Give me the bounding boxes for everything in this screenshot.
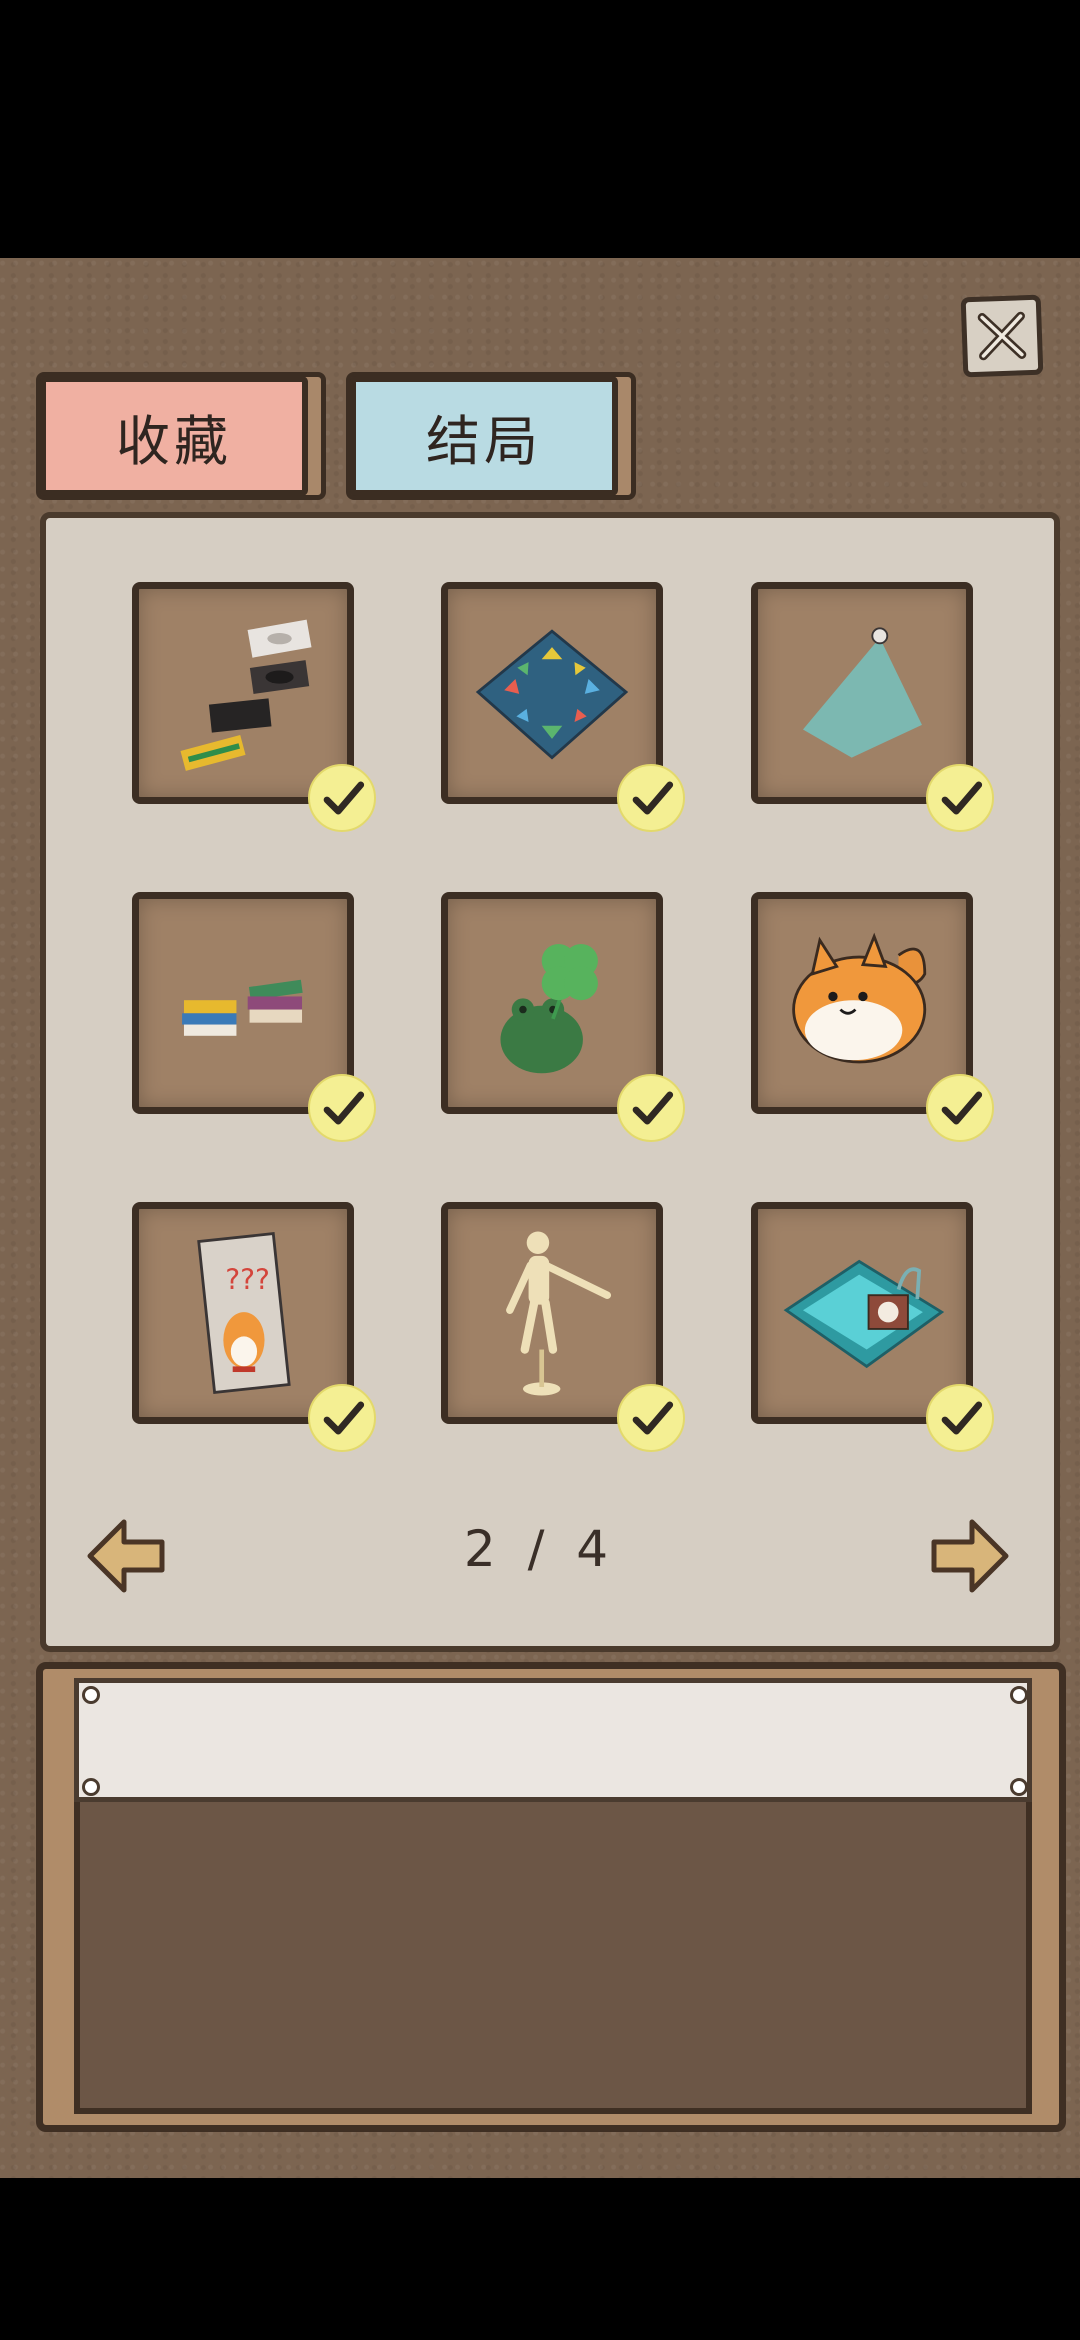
nail <box>82 1778 100 1796</box>
collected-check-icon <box>308 1384 376 1452</box>
page-indicator: 2 / 4 <box>463 1520 617 1578</box>
nail <box>1010 1686 1028 1704</box>
collected-check-icon <box>926 764 994 832</box>
arrow-left-icon <box>87 1519 165 1593</box>
next-page-button[interactable] <box>924 1508 1020 1604</box>
nail <box>82 1686 100 1704</box>
tab-ending[interactable]: 结局 <box>350 376 618 496</box>
nail <box>1010 1778 1028 1796</box>
collected-check-icon <box>926 1384 994 1452</box>
item-title-strip <box>74 1678 1032 1802</box>
collected-check-icon <box>308 1074 376 1142</box>
collected-check-icon <box>308 764 376 832</box>
collected-check-icon <box>617 1384 685 1452</box>
arrow-right-icon <box>931 1519 1009 1593</box>
poster-question-marks: ??? <box>225 1264 270 1297</box>
item-description <box>110 1820 990 2080</box>
collected-check-icon <box>617 764 685 832</box>
prev-page-button[interactable] <box>76 1508 172 1604</box>
collected-check-icon <box>617 1074 685 1142</box>
close-button[interactable] <box>960 294 1044 378</box>
close-icon <box>977 311 1027 361</box>
collected-check-icon <box>926 1074 994 1142</box>
tab-collect[interactable]: 收藏 <box>40 376 308 496</box>
